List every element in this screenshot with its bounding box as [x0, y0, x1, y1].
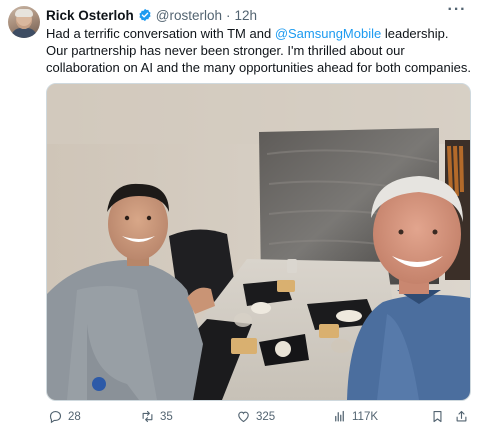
- share-button[interactable]: [454, 409, 469, 424]
- bookmark-icon: [433, 410, 442, 423]
- repost-count: 35: [160, 410, 173, 423]
- views-button[interactable]: 117K: [332, 409, 378, 424]
- repost-icon: [142, 410, 153, 423]
- views-count: 117K: [352, 410, 379, 423]
- like-icon: [238, 411, 249, 423]
- more-icon[interactable]: ···: [447, 2, 467, 20]
- reply-button[interactable]: 28: [48, 409, 81, 424]
- tweet-header: Rick Osterloh @rosterloh · 12h: [46, 6, 257, 24]
- bookmark-button[interactable]: [430, 409, 445, 424]
- repost-button[interactable]: 35: [140, 409, 173, 424]
- like-button[interactable]: 325: [236, 409, 275, 424]
- tweet-photo[interactable]: [46, 83, 471, 401]
- tweet-text-part1: Had a terrific conversation with TM and: [46, 26, 275, 41]
- mention-link[interactable]: @SamsungMobile: [275, 26, 381, 41]
- tweet-text: Had a terrific conversation with TM and …: [46, 25, 471, 76]
- share-icon: [456, 410, 467, 422]
- tweet[interactable]: Rick Osterloh @rosterloh · 12h ··· Had a…: [0, 0, 479, 430]
- post-time[interactable]: 12h: [235, 8, 258, 23]
- action-bar: 28 35 325 117K: [46, 409, 471, 427]
- author-name[interactable]: Rick Osterloh: [46, 8, 134, 23]
- reply-icon: [49, 410, 62, 424]
- author-handle[interactable]: @rosterloh: [156, 8, 222, 23]
- views-icon: [335, 410, 344, 422]
- avatar[interactable]: [8, 6, 40, 38]
- like-count: 325: [256, 410, 276, 423]
- separator-dot: ·: [226, 7, 231, 23]
- verified-badge-icon: [138, 8, 152, 22]
- reply-count: 28: [68, 410, 81, 423]
